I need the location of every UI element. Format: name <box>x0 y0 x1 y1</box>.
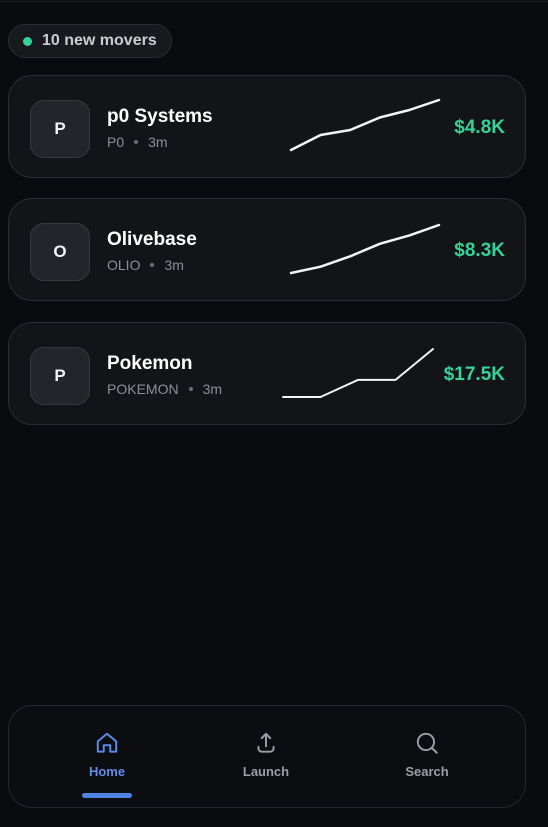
nav-launch[interactable]: Launch <box>216 730 316 779</box>
token-card-p0-systems[interactable]: P p0 Systems P0 3m $4.8K <box>8 75 526 178</box>
price-sparkline <box>289 223 441 275</box>
token-avatar: O <box>30 223 90 281</box>
token-name: Pokemon <box>107 353 193 374</box>
separator-dot <box>134 140 139 144</box>
active-tab-indicator <box>82 793 132 798</box>
separator-dot <box>150 263 155 267</box>
home-icon <box>96 732 118 753</box>
token-ticker: OLIO <box>107 257 141 273</box>
top-divider <box>0 1 548 2</box>
nav-search-label: Search <box>405 764 449 779</box>
bottom-nav: Home Launch Search <box>8 705 526 808</box>
token-avatar: P <box>30 100 90 158</box>
token-name: Olivebase <box>107 229 197 250</box>
token-card-olivebase[interactable]: O Olivebase OLIO 3m $8.3K <box>8 198 526 301</box>
token-meta: POKEMON 3m <box>107 381 222 397</box>
token-avatar: P <box>30 347 90 405</box>
new-movers-badge[interactable]: 10 new movers <box>8 24 172 58</box>
upload-icon <box>257 732 275 753</box>
nav-home[interactable]: Home <box>57 730 157 779</box>
nav-home-label: Home <box>88 764 126 779</box>
token-age: 3m <box>148 134 168 150</box>
token-price: $17.5K <box>443 364 505 385</box>
token-name: p0 Systems <box>107 106 213 127</box>
nav-launch-label: Launch <box>242 764 290 779</box>
token-card-pokemon[interactable]: P Pokemon POKEMON 3m $17.5K <box>8 322 526 425</box>
token-price: $4.8K <box>454 117 505 138</box>
nav-search[interactable]: Search <box>377 730 477 779</box>
token-meta: P0 3m <box>107 134 168 150</box>
token-meta: OLIO 3m <box>107 257 184 273</box>
new-movers-label: 10 new movers <box>42 32 157 49</box>
token-age: 3m <box>202 381 223 397</box>
price-sparkline <box>289 98 441 152</box>
search-icon <box>416 732 438 754</box>
price-sparkline <box>282 348 434 398</box>
token-age: 3m <box>164 257 184 273</box>
live-dot-icon <box>23 36 32 46</box>
separator-dot <box>188 387 193 391</box>
token-ticker: P0 <box>107 134 125 150</box>
token-price: $8.3K <box>454 240 505 261</box>
token-ticker: POKEMON <box>107 381 179 397</box>
